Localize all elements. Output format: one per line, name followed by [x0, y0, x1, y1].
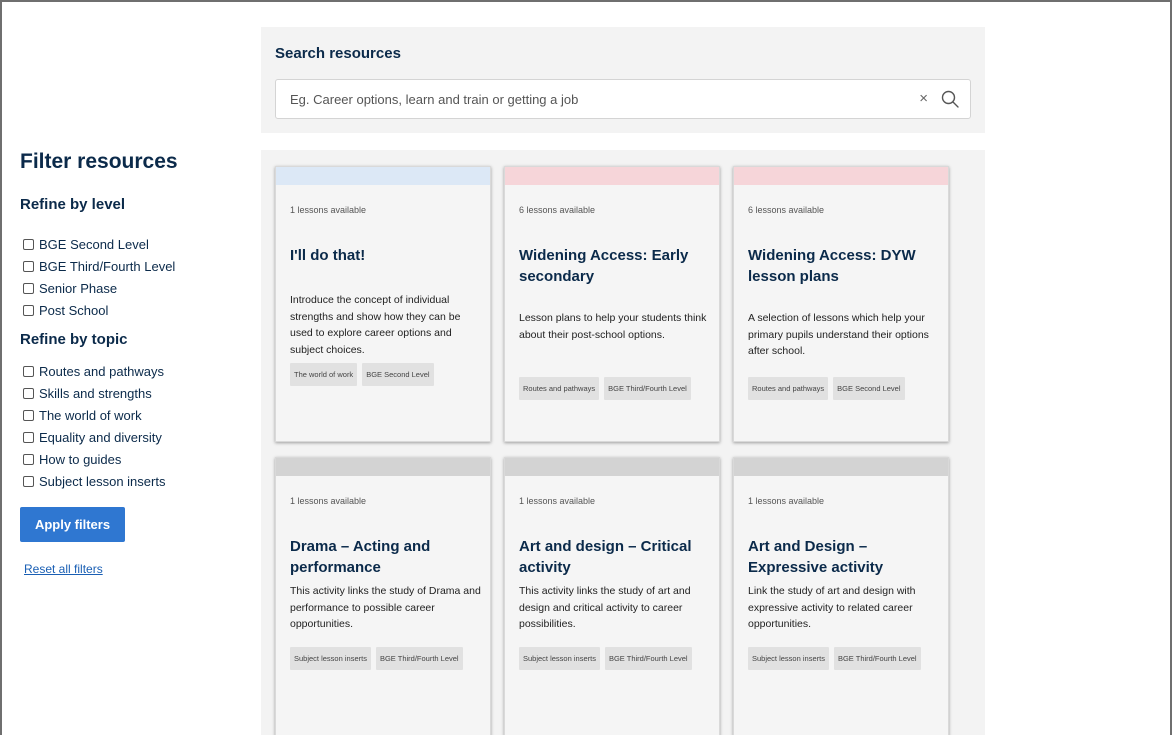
filter-sidebar: Filter resources Refine by level BGE Sec…	[20, 150, 240, 576]
tag-badge: BGE Third/Fourth Level	[604, 377, 691, 400]
card-title[interactable]: I'll do that!	[290, 245, 486, 266]
lesson-count: 1 lessons available	[748, 496, 825, 506]
tag-badge: Routes and pathways	[519, 377, 600, 400]
tag-badge: BGE Second Level	[833, 377, 905, 400]
level-option-bge-second-level[interactable]: BGE Second Level	[20, 233, 240, 255]
card-description: A selection of lessons which help your p…	[748, 312, 929, 357]
tag-badge: Subject lesson inserts	[519, 647, 600, 670]
tag-badge: BGE Third/Fourth Level	[604, 647, 692, 670]
lesson-count: 1 lessons available	[290, 496, 367, 506]
level-heading: Refine by level	[20, 196, 126, 213]
tag-badge: Routes and pathways	[748, 377, 829, 400]
card-description: Link the study of art and design with ex…	[748, 585, 916, 630]
level-option-post-school[interactable]: Post School	[20, 299, 240, 321]
card-title[interactable]: Drama – Acting and performance	[290, 536, 486, 578]
topic-option-label: How to guides	[39, 451, 122, 467]
tag-badge: Subject lesson inserts	[748, 647, 829, 670]
search-panel: Search resources ×	[261, 27, 985, 133]
level-option-label: BGE Second Level	[39, 236, 149, 252]
lesson-count: 1 lessons available	[519, 496, 596, 506]
filter-title: Filter resources	[20, 150, 178, 173]
search-box[interactable]: ×	[275, 79, 971, 119]
checkbox[interactable]	[23, 282, 34, 294]
topic-option-how-to-guides[interactable]: How to guides	[20, 448, 240, 470]
topic-option-label: Skills and strengths	[39, 385, 152, 401]
search-title: Search resources	[275, 45, 401, 62]
card-accent-band	[505, 167, 719, 185]
apply-filters-button[interactable]: Apply filters	[20, 507, 125, 542]
resource-card[interactable]: 1 lessons available I'll do that! Introduc…	[275, 166, 491, 442]
tag-badge: BGE Second Level	[362, 363, 434, 386]
level-option-label: BGE Third/Fourth Level	[39, 258, 176, 274]
search-icon[interactable]	[940, 89, 960, 109]
card-tags: Subject lesson inserts BGE Third/Fourth L…	[748, 647, 944, 670]
level-option-bge-third-fourth-level[interactable]: BGE Third/Fourth Level	[20, 255, 240, 277]
checkbox[interactable]	[23, 238, 34, 250]
tag-badge: The world of work	[290, 363, 358, 386]
card-description: Lesson plans to help your students think…	[519, 312, 707, 341]
tag-badge: BGE Third/Fourth Level	[833, 647, 921, 670]
card-accent-band	[734, 458, 948, 476]
level-option-label: Post School	[39, 302, 109, 318]
reset-filters-link[interactable]: Reset all filters	[24, 562, 240, 576]
card-tags: Subject lesson inserts BGE Third/Fourth L…	[290, 647, 486, 670]
topic-option-subject-lesson-inserts[interactable]: Subject lesson inserts	[20, 470, 240, 492]
card-tags: Routes and pathways BGE Third/Fourth Leve…	[519, 377, 715, 400]
level-options: BGE Second Level BGE Third/Fourth Level Se…	[20, 233, 240, 321]
topic-option-routes-and-pathways[interactable]: Routes and pathways	[20, 360, 240, 382]
card-tags: The world of work BGE Second Level	[290, 363, 486, 386]
level-option-senior-phase[interactable]: Senior Phase	[20, 277, 240, 299]
tag-badge: BGE Third/Fourth Level	[375, 647, 463, 670]
card-tags: Routes and pathways BGE Second Level	[748, 377, 944, 400]
level-option-label: Senior Phase	[39, 280, 118, 296]
results-panel: 1 lessons available I'll do that! Introduc…	[261, 150, 985, 735]
resource-card[interactable]: 1 lessons available Drama – Acting and pe…	[275, 457, 491, 735]
card-description: Introduce the concept of individual stre…	[290, 294, 461, 356]
topic-option-label: The world of work	[39, 407, 142, 423]
resource-card[interactable]: 1 lessons available Art and design – Crit…	[504, 457, 720, 735]
resource-card[interactable]: 1 lessons available Art and Design – Expr…	[733, 457, 949, 735]
checkbox[interactable]	[23, 387, 34, 399]
checkbox[interactable]	[23, 260, 34, 272]
card-title[interactable]: Widening Access: DYW lesson plans	[748, 245, 944, 287]
card-description: This activity links the study of Drama a…	[290, 585, 481, 630]
topic-option-skills-and-strengths[interactable]: Skills and strengths	[20, 382, 240, 404]
topic-option-the-world-of-work[interactable]: The world of work	[20, 404, 240, 426]
card-title[interactable]: Widening Access: Early secondary	[519, 245, 715, 287]
checkbox[interactable]	[23, 409, 34, 421]
card-description: This activity links the study of art and…	[519, 585, 691, 630]
checkbox[interactable]	[23, 365, 34, 377]
card-accent-band	[734, 167, 948, 185]
lesson-count: 6 lessons available	[519, 205, 596, 215]
checkbox[interactable]	[23, 431, 34, 443]
topic-option-equality-and-diversity[interactable]: Equality and diversity	[20, 426, 240, 448]
topic-option-label: Routes and pathways	[39, 363, 165, 379]
search-input[interactable]	[276, 80, 906, 118]
card-title[interactable]: Art and design – Critical activity	[519, 536, 715, 578]
topic-option-label: Subject lesson inserts	[39, 473, 166, 489]
checkbox[interactable]	[23, 304, 34, 316]
resource-card[interactable]: 6 lessons available Widening Access: Earl…	[504, 166, 720, 442]
tag-badge: Subject lesson inserts	[290, 647, 371, 670]
card-title[interactable]: Art and Design – Expressive activity	[748, 536, 944, 578]
card-tags: Subject lesson inserts BGE Third/Fourth L…	[519, 647, 715, 670]
card-accent-band	[276, 167, 490, 185]
card-accent-band	[276, 458, 490, 476]
topic-option-label: Equality and diversity	[39, 429, 162, 445]
card-accent-band	[505, 458, 719, 476]
topic-options: Routes and pathways Skills and strengths T…	[20, 360, 240, 492]
lesson-count: 1 lessons available	[290, 205, 367, 215]
topic-heading: Refine by topic	[20, 331, 128, 348]
checkbox[interactable]	[23, 475, 34, 487]
resource-card[interactable]: 6 lessons available Widening Access: DYW …	[733, 166, 949, 442]
checkbox[interactable]	[23, 453, 34, 465]
lesson-count: 6 lessons available	[748, 205, 825, 215]
clear-icon[interactable]: ×	[919, 90, 928, 108]
